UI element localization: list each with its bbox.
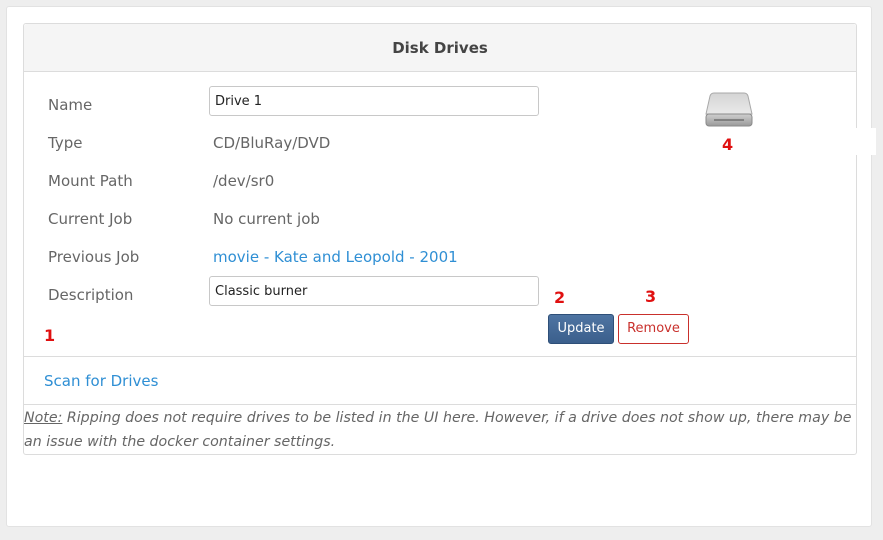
disk-drives-card: Disk Drives Name Type CD/BluRay/DVD Moun… xyxy=(23,23,857,455)
card-title: Disk Drives xyxy=(24,24,856,72)
divider-footer xyxy=(24,404,856,405)
description-input[interactable] xyxy=(209,276,539,306)
update-button[interactable]: Update xyxy=(548,314,614,344)
marker-4: 4 xyxy=(722,135,734,154)
previous-job-link[interactable]: movie - Kate and Leopold - 2001 xyxy=(213,248,458,266)
marker-3: 3 xyxy=(645,287,657,306)
remove-button[interactable]: Remove xyxy=(618,314,689,344)
type-value: CD/BluRay/DVD xyxy=(213,134,331,152)
hard-drive-icon xyxy=(704,90,754,130)
page-panel: Disk Drives Name Type CD/BluRay/DVD Moun… xyxy=(6,6,872,527)
white-patch xyxy=(850,128,876,155)
current-job-value: No current job xyxy=(213,210,320,228)
previous-job-label: Previous Job xyxy=(48,248,140,266)
marker-2: 2 xyxy=(554,288,566,307)
note-body: Ripping does not require drives to be li… xyxy=(24,410,852,450)
note-label: Note: xyxy=(24,410,63,426)
current-job-label: Current Job xyxy=(48,210,133,228)
note-text: Note: Ripping does not require drives to… xyxy=(24,406,856,454)
scan-for-drives-link[interactable]: Scan for Drives xyxy=(44,372,158,390)
name-label: Name xyxy=(48,96,93,114)
description-label: Description xyxy=(48,286,134,304)
marker-1: 1 xyxy=(44,326,56,345)
drive-name-input[interactable] xyxy=(209,86,539,116)
mount-path-value: /dev/sr0 xyxy=(213,172,275,190)
mount-path-label: Mount Path xyxy=(48,172,133,190)
type-label: Type xyxy=(48,134,83,152)
divider-actions xyxy=(24,356,856,357)
